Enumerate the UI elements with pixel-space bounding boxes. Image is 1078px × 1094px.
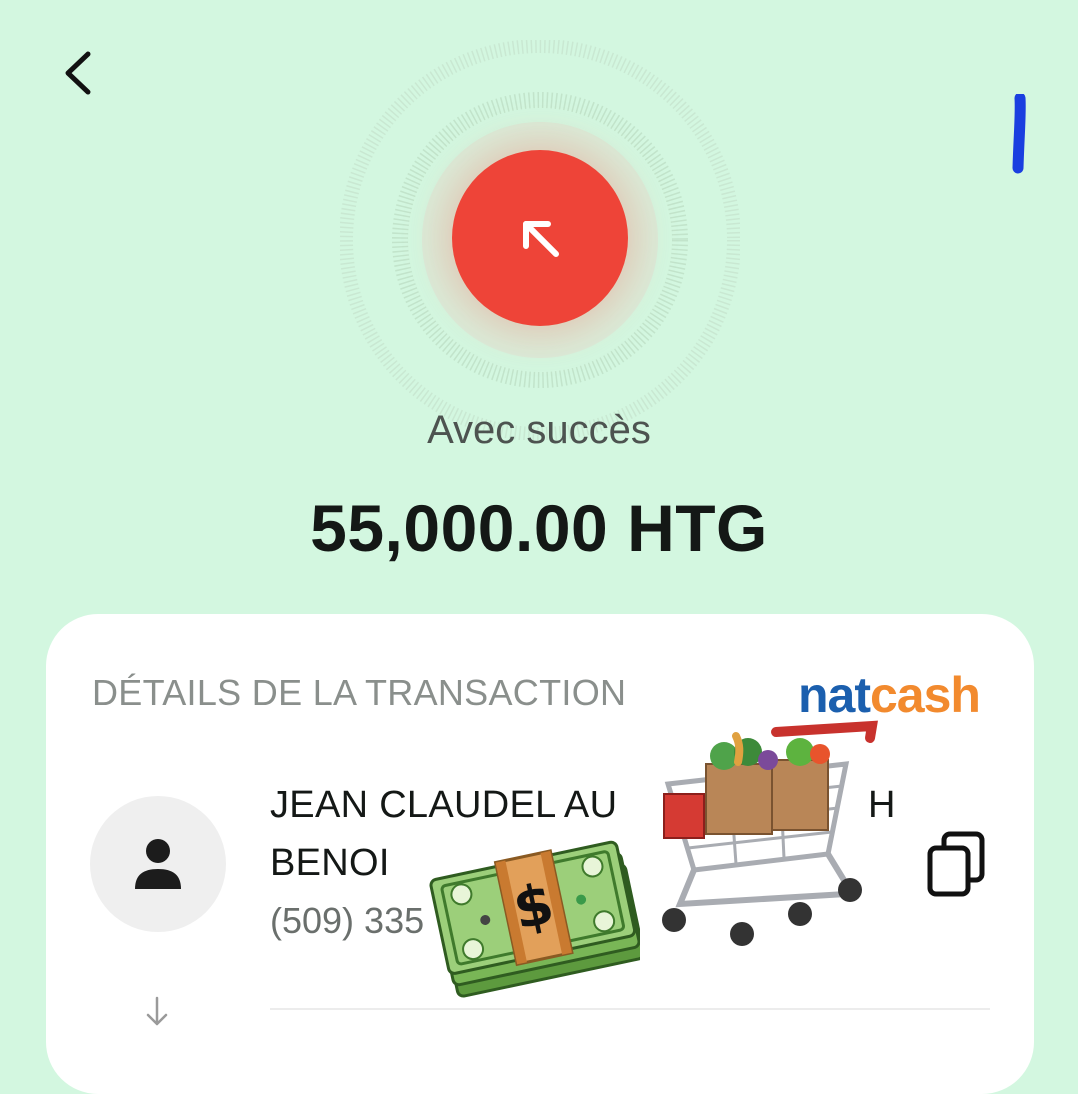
arrow-down-icon: [146, 996, 168, 1026]
recipient-name-line2: BENOI: [270, 842, 390, 884]
section-title: DÉTAILS DE LA TRANSACTION: [92, 672, 627, 713]
money-stack-emoji: $: [429, 840, 640, 998]
transaction-amount: 55,000.00 HTG: [310, 491, 768, 565]
blue-pen-mark: [1012, 94, 1026, 174]
back-button[interactable]: [48, 40, 112, 104]
chevron-left-icon: [65, 51, 91, 95]
copy-icon: [927, 831, 985, 897]
shopping-cart-emoji: [662, 720, 878, 946]
arrow-up-left-icon: [523, 221, 559, 257]
divider: [270, 1008, 990, 1010]
copy-button[interactable]: [924, 830, 988, 900]
recipient-phone: (509) 335: [270, 900, 425, 941]
status-circle: [452, 150, 628, 326]
avatar: [90, 796, 226, 932]
person-icon: [135, 839, 181, 889]
status-label: Avec succès: [427, 408, 651, 452]
